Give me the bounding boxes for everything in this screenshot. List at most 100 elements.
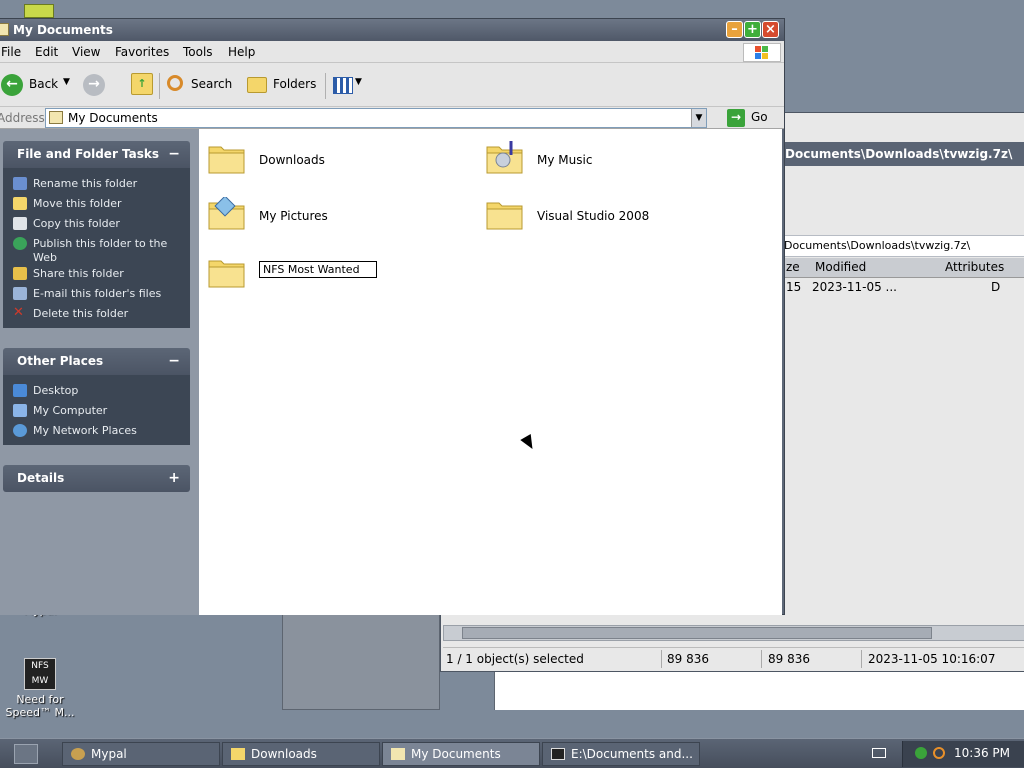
menu-file[interactable]: File (1, 45, 21, 59)
go-label: Go (751, 110, 768, 124)
nfs-icon-badge: NFS MW (31, 661, 49, 686)
task-delete-folder[interactable]: ✕ Delete this folder (11, 304, 190, 324)
taskbar-item-7zip[interactable]: E:\Documents and... (542, 742, 700, 766)
taskbar: Mypal Downloads My Documents E:\Document… (0, 738, 1024, 768)
collapse-icon[interactable]: − (168, 348, 180, 375)
toolbar: ← Back ▼ → ↑ Search Folders ▼ (0, 63, 784, 107)
folder-icon (231, 748, 245, 760)
details-section: Details + (3, 465, 190, 492)
folder-icon (208, 146, 245, 174)
windows-logo-icon (743, 43, 781, 62)
archive-list-header: ze Modified Attributes (781, 258, 1024, 278)
task-share-folder[interactable]: Share this folder (11, 264, 190, 284)
other-places-list: Desktop My Computer My Network Places (3, 375, 190, 445)
other-places-header[interactable]: Other Places − (3, 348, 190, 375)
collapse-icon[interactable]: − (168, 141, 180, 168)
cell-modified: 2023-11-05 ... (812, 280, 897, 294)
file-folder-tasks-header[interactable]: File and Folder Tasks − (3, 141, 190, 168)
details-header[interactable]: Details + (3, 465, 190, 492)
task-email-files[interactable]: E-mail this folder's files (11, 284, 190, 304)
folders-icon (247, 77, 267, 93)
menu-bar: File Edit View Favorites Tools Help (0, 41, 784, 63)
table-row[interactable]: 15 2023-11-05 ... D (781, 279, 1024, 297)
search-tray-icon[interactable] (933, 747, 945, 759)
network-tray-icon[interactable] (915, 747, 927, 759)
cell-attributes: D (991, 280, 1001, 294)
globe-icon (13, 237, 27, 250)
status-selected: 1 / 1 object(s) selected (446, 652, 584, 666)
up-folder-icon[interactable]: ↑ (131, 73, 153, 95)
folder-icon (208, 260, 245, 288)
status-size: 89 836 (667, 652, 709, 666)
rename-icon (13, 177, 27, 190)
folder-label: My Music (537, 153, 593, 167)
menu-tools[interactable]: Tools (183, 45, 213, 59)
chevron-down-icon[interactable]: ▼ (63, 77, 70, 87)
address-value: My Documents (68, 111, 158, 125)
background-window-pane (494, 672, 1024, 710)
section-title: File and Folder Tasks (17, 147, 160, 161)
start-button[interactable] (14, 744, 38, 764)
folder-icon (486, 202, 523, 230)
folder-label: Visual Studio 2008 (537, 209, 650, 223)
column-attributes[interactable]: Attributes (945, 260, 1004, 274)
go-arrow-icon: → (727, 109, 745, 127)
place-desktop[interactable]: Desktop (11, 381, 190, 401)
minimize-button[interactable]: – (726, 21, 743, 38)
views-button[interactable]: ▼ (331, 75, 363, 97)
folders-button[interactable]: Folders (245, 73, 321, 99)
back-arrow-icon: ← (1, 74, 23, 96)
taskbar-item-downloads[interactable]: Downloads (222, 742, 380, 766)
address-input[interactable]: My Documents ▼ (45, 108, 707, 128)
address-bar: Address My Documents ▼ → Go (0, 107, 784, 129)
folder-icon (391, 748, 405, 760)
folder-content-view[interactable]: Downloads My Music My Pictures Visual St… (199, 129, 782, 615)
menu-help[interactable]: Help (228, 45, 255, 59)
task-rename-folder[interactable]: Rename this folder (11, 174, 190, 194)
search-button[interactable]: Search (165, 73, 237, 99)
search-icon (167, 75, 183, 91)
taskbar-item-mypal[interactable]: Mypal (62, 742, 220, 766)
status-packed: 89 836 (768, 652, 810, 666)
task-move-folder[interactable]: Move this folder (11, 194, 190, 214)
chevron-down-icon[interactable]: ▼ (691, 109, 706, 127)
close-button[interactable]: × (762, 21, 779, 38)
folder-label: Downloads (259, 153, 325, 167)
explorer-window[interactable]: My Documents – + × File Edit View Favori… (0, 18, 785, 615)
keyboard-icon[interactable] (872, 748, 886, 758)
desktop-icon (13, 384, 27, 397)
clock[interactable]: 10:36 PM (954, 746, 1010, 760)
window-title: My Documents (13, 23, 113, 37)
clock-desktop-icon[interactable] (24, 4, 54, 18)
cell-size: 15 (786, 280, 802, 294)
expand-icon[interactable]: + (168, 465, 180, 492)
horizontal-scrollbar[interactable] (443, 625, 1024, 641)
folders-label: Folders (273, 77, 317, 91)
back-button[interactable]: ← Back ▼ (0, 73, 70, 99)
menu-favorites[interactable]: Favorites (115, 45, 169, 59)
file-folder-tasks-list: Rename this folder Move this folder Copy… (3, 168, 190, 328)
scrollbar-thumb[interactable] (462, 627, 932, 639)
archive-path-field[interactable]: Documents\Downloads\tvwzig.7z\ (781, 235, 1024, 257)
desktop-icon-nfs[interactable]: NFS MW Need for Speed™ M... (2, 658, 78, 719)
taskbar-item-my-documents[interactable]: My Documents (382, 742, 540, 766)
maximize-button[interactable]: + (744, 21, 761, 38)
column-modified[interactable]: Modified (815, 260, 866, 274)
window-titlebar[interactable]: My Documents – + × (0, 19, 784, 41)
task-copy-folder[interactable]: Copy this folder (11, 214, 190, 234)
task-publish-folder[interactable]: Publish this folder to the Web (11, 234, 190, 264)
music-folder-icon (486, 141, 523, 174)
rename-input[interactable]: NFS Most Wanted (259, 261, 377, 278)
menu-edit[interactable]: Edit (35, 45, 58, 59)
move-icon (13, 197, 27, 210)
forward-arrow-icon[interactable]: → (83, 74, 105, 96)
place-my-computer[interactable]: My Computer (11, 401, 190, 421)
column-size[interactable]: ze (786, 260, 800, 274)
menu-view[interactable]: View (72, 45, 100, 59)
search-label: Search (191, 77, 233, 91)
folder-window-icon (0, 23, 9, 36)
place-network[interactable]: My Network Places (11, 421, 190, 441)
nfs-icon: NFS MW (24, 658, 56, 690)
pictures-folder-icon (208, 197, 245, 230)
folder-icon (49, 111, 63, 124)
